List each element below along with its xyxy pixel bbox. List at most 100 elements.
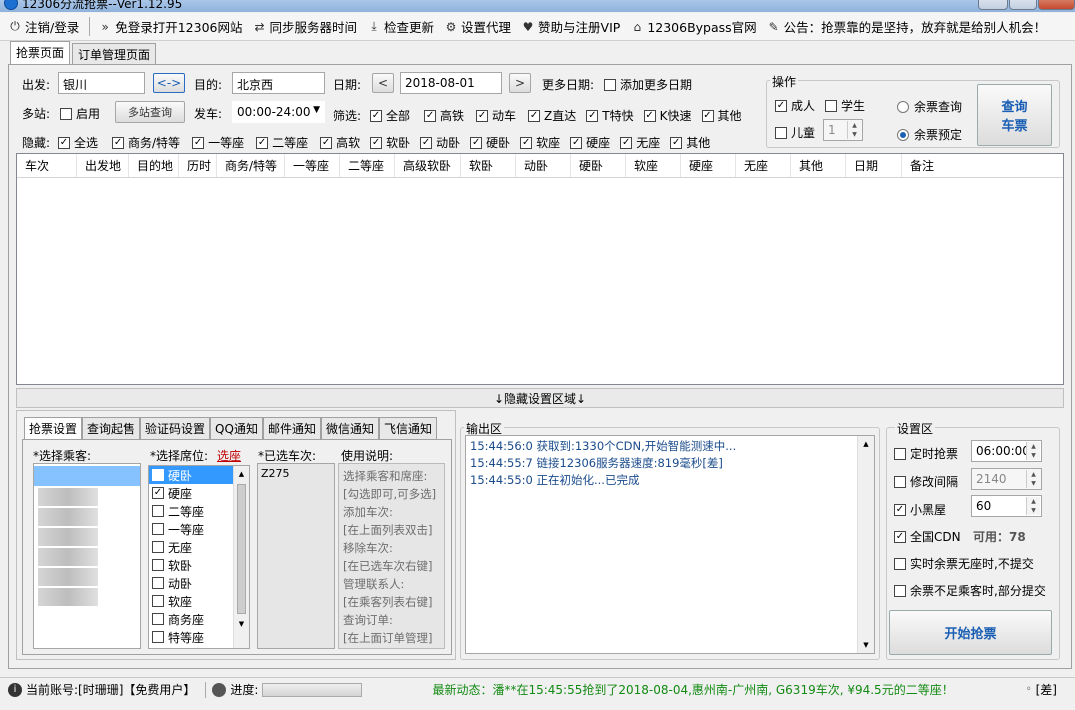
col-soft-seat[interactable]: 软座 (626, 154, 681, 177)
seat-checkbox[interactable] (152, 613, 164, 625)
log-scrollbar[interactable]: ▲ ▼ (857, 436, 874, 653)
menu-sponsor[interactable]: ♥ 赞助与注册VIP (521, 17, 621, 36)
seat-checkbox[interactable] (152, 595, 164, 607)
student-checkbox[interactable]: 学生 (825, 97, 865, 114)
hide-high-soft-checkbox[interactable]: ✓ 高软 (320, 134, 360, 151)
col-first-class[interactable]: 一等座 (285, 154, 340, 177)
col-hard-seat[interactable]: 硬座 (681, 154, 736, 177)
menu-check-update[interactable]: ⤓ 检查更新 (367, 17, 434, 36)
filter-dongche-checkbox[interactable]: ✓ 动车 (476, 107, 516, 124)
seat-item[interactable]: 特等座 (149, 628, 233, 646)
seat-item[interactable]: ✓ 硬座 (149, 484, 233, 502)
spin-up-icon[interactable]: ▲ (848, 121, 861, 130)
passenger-row[interactable] (38, 488, 98, 506)
col-moving-sleeper[interactable]: 动卧 (516, 154, 571, 177)
passenger-row-selected[interactable] (34, 466, 140, 486)
spin-down-icon[interactable]: ▼ (1027, 451, 1040, 460)
swap-button[interactable]: <-> (153, 73, 185, 93)
minimize-button[interactable] (978, 0, 1008, 10)
choose-seat-link[interactable]: 选座 (217, 447, 241, 464)
tab-qq[interactable]: QQ通知 (210, 417, 263, 439)
next-date-button[interactable]: > (509, 73, 531, 93)
selected-trains-list[interactable]: Z275 (257, 463, 335, 649)
spin-down-icon[interactable]: ▼ (1027, 479, 1040, 488)
seat-checkbox[interactable] (152, 631, 164, 643)
tab-orders[interactable]: 订单管理页面 (72, 43, 157, 64)
tab-query-sale[interactable]: 查询起售 (82, 417, 141, 439)
col-remark[interactable]: 备注 (902, 154, 1063, 177)
close-button[interactable] (1038, 0, 1075, 10)
hide-moving-sleeper-checkbox[interactable]: ✓ 动卧 (420, 134, 460, 151)
scroll-up-icon[interactable]: ▲ (234, 470, 249, 478)
filter-gaotie-checkbox[interactable]: ✓ 高铁 (424, 107, 464, 124)
scroll-up-icon[interactable]: ▲ (858, 440, 874, 448)
hide-no-seat-checkbox[interactable]: ✓ 无座 (620, 134, 660, 151)
seat-item[interactable]: 二等座 (149, 502, 233, 520)
tab-email[interactable]: 邮件通知 (262, 417, 321, 439)
hide-settings-toggle[interactable]: ↓隐藏设置区域↓ (16, 388, 1064, 408)
filter-t-checkbox[interactable]: ✓ T特快 (586, 107, 634, 124)
realtime-no-seat-checkbox[interactable]: 实时余票无座时,不提交 (894, 555, 1034, 572)
col-duration[interactable]: 历时 (179, 154, 217, 177)
passenger-row[interactable] (38, 508, 98, 526)
output-log[interactable]: 15:44:56:0 获取到:1330个CDN,开始智能测速中... 15:44… (465, 435, 875, 654)
scroll-down-icon[interactable]: ▼ (234, 620, 249, 628)
tab-fetion[interactable]: 飞信通知 (378, 417, 437, 439)
seat-item[interactable]: 动卧 (149, 574, 233, 592)
spin-down-icon[interactable]: ▼ (848, 130, 861, 139)
tab-grab-settings[interactable]: 抢票设置 (24, 417, 83, 439)
national-cdn-checkbox[interactable]: ✓ 全国CDN (894, 528, 961, 545)
prev-date-button[interactable]: < (372, 73, 394, 93)
hide-hard-sleeper-checkbox[interactable]: ✓ 硬卧 (470, 134, 510, 151)
menu-open-website[interactable]: » 免登录打开12306网站 (89, 17, 242, 36)
menu-sync-time[interactable]: ⇄ 同步服务器时间 (252, 17, 357, 36)
menu-announcement[interactable]: ✎ 公告：抢票靠的是坚持，放弃就是给别人机会！ (767, 17, 1047, 36)
menu-proxy[interactable]: ⚙ 设置代理 (444, 17, 511, 36)
interval-value-stepper[interactable]: 2140 ▲ ▼ (971, 468, 1042, 490)
passenger-row[interactable] (38, 548, 98, 566)
selected-train-item[interactable]: Z275 (261, 467, 331, 480)
seat-checkbox[interactable] (152, 559, 164, 571)
blackroom-checkbox[interactable]: ✓ 小黑屋 (894, 501, 946, 518)
seat-item[interactable]: 软卧 (149, 556, 233, 574)
col-to[interactable]: 目的地 (129, 154, 179, 177)
seat-checkbox[interactable] (152, 577, 164, 589)
filter-k-checkbox[interactable]: ✓ K快速 (643, 107, 692, 124)
seat-item[interactable]: 无座 (149, 538, 233, 556)
timed-grab-checkbox[interactable]: 定时抢票 (894, 445, 958, 462)
date-input[interactable]: 2018-08-01 (400, 72, 502, 94)
partial-submit-checkbox[interactable]: 余票不足乘客时,部分提交 (894, 582, 1046, 599)
seat-item[interactable]: 商务座 (149, 610, 233, 628)
menu-login[interactable]: ⏻ 注销/登录 (8, 17, 79, 36)
hide-hard-seat-checkbox[interactable]: ✓ 硬座 (570, 134, 610, 151)
col-soft-sleeper[interactable]: 软卧 (461, 154, 516, 177)
seat-item[interactable]: 一等座 (149, 520, 233, 538)
blackroom-value-stepper[interactable]: 60 ▲ ▼ (971, 495, 1042, 517)
col-high-soft-sleeper[interactable]: 高级软卧 (395, 154, 461, 177)
adult-checkbox[interactable]: ✓ 成人 (775, 97, 815, 114)
seat-list-scrollbar[interactable]: ▲ ▼ (233, 466, 249, 648)
scroll-thumb[interactable] (237, 484, 246, 614)
hide-first-class-checkbox[interactable]: ✓ 一等座 (192, 134, 244, 151)
spin-down-icon[interactable]: ▼ (1027, 506, 1040, 515)
col-from[interactable]: 出发地 (77, 154, 129, 177)
seat-checkbox[interactable]: ✓ (152, 487, 164, 499)
seat-checkbox[interactable] (152, 541, 164, 553)
tab-captcha[interactable]: 验证码设置 (140, 417, 211, 439)
child-checkbox[interactable]: 儿童 (775, 124, 815, 141)
remain-reserve-radio[interactable]: 余票预定 (897, 126, 962, 143)
multi-station-enable-checkbox[interactable]: 启用 (60, 105, 100, 122)
hide-second-class-checkbox[interactable]: ✓ 二等座 (256, 134, 308, 151)
passenger-list[interactable] (33, 463, 141, 649)
tab-wechat[interactable]: 微信通知 (320, 417, 379, 439)
col-business[interactable]: 商务/特等 (217, 154, 285, 177)
col-second-class[interactable]: 二等座 (340, 154, 395, 177)
passenger-row[interactable] (38, 568, 98, 586)
col-train[interactable]: 车次 (17, 154, 77, 177)
timed-value-stepper[interactable]: 06:00:00 ▲ ▼ (971, 440, 1042, 462)
multi-query-button[interactable]: 多站查询 (115, 101, 185, 123)
scroll-down-icon[interactable]: ▼ (858, 641, 874, 649)
filter-other-checkbox[interactable]: ✓ 其他 (701, 107, 742, 124)
maximize-button[interactable] (1009, 0, 1037, 10)
filter-z-checkbox[interactable]: ✓ Z直达 (528, 107, 576, 124)
